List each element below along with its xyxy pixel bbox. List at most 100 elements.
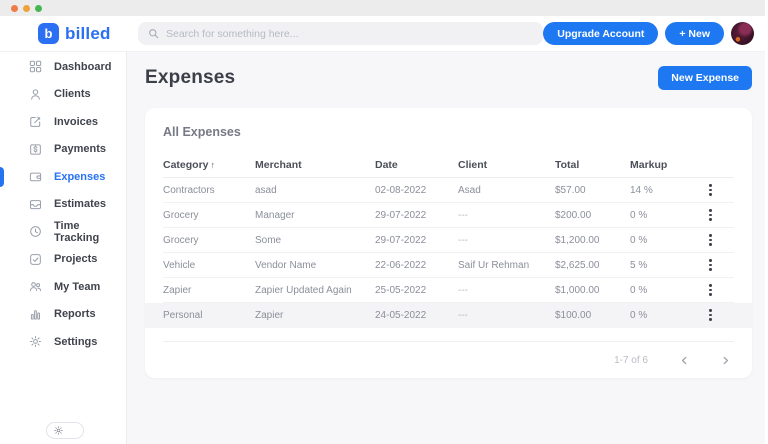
sidebar-item-settings[interactable]: Settings: [0, 328, 126, 356]
cell-markup: 0 %: [630, 234, 648, 246]
card-title: All Expenses: [163, 125, 241, 139]
table-row[interactable]: Grocery Manager 29-07-2022 --- $200.00 0…: [163, 203, 734, 228]
cell-category: Grocery: [163, 209, 199, 221]
expenses-card: All Expenses Category ↑ Merchant Date Cli…: [145, 108, 752, 378]
cell-date: 25-05-2022: [375, 284, 427, 296]
sidebar-item-invoices[interactable]: Invoices: [0, 108, 126, 136]
table-row[interactable]: Contractors asad 02-08-2022 Asad $57.00 …: [163, 178, 734, 203]
row-actions-kebab-icon[interactable]: [703, 280, 717, 300]
new-button[interactable]: + New: [665, 22, 724, 45]
column-label: Markup: [630, 158, 668, 171]
sidebar-item-my-team[interactable]: My Team: [0, 273, 126, 301]
search-input[interactable]: Search for something here...: [138, 22, 544, 45]
main-content: Expenses New Expense All Expenses Catego…: [127, 52, 768, 444]
theme-toggle[interactable]: [46, 422, 84, 439]
cell-merchant: Vendor Name: [255, 259, 317, 271]
column-header-total[interactable]: Total: [555, 159, 630, 171]
table-row-highlighted[interactable]: Personal Zapier 24-05-2022 --- $100.00 0…: [145, 303, 752, 328]
pagination-range: 1-7 of 6: [614, 354, 648, 366]
expenses-icon: [29, 170, 42, 183]
sidebar-item-label: Payments: [54, 143, 106, 156]
sidebar-item-label: Clients: [54, 88, 91, 101]
sidebar-item-label: My Team: [54, 280, 101, 293]
sidebar-item-dashboard[interactable]: Dashboard: [0, 53, 126, 81]
column-header-merchant[interactable]: Merchant: [255, 159, 375, 171]
table-row[interactable]: Vehicle Vendor Name 22-06-2022 Saif Ur R…: [163, 253, 734, 278]
cell-category: Personal: [163, 309, 203, 321]
cell-markup: 0 %: [630, 209, 648, 221]
row-actions-kebab-icon[interactable]: [703, 255, 717, 275]
payments-icon: [29, 143, 42, 156]
sidebar-item-clients[interactable]: Clients: [0, 81, 126, 109]
sidebar-item-label: Reports: [54, 308, 96, 321]
table-row[interactable]: Grocery Some 29-07-2022 --- $1,200.00 0 …: [163, 228, 734, 253]
window-minimize-button[interactable]: [23, 4, 30, 12]
sidebar-item-label: Time Tracking: [54, 219, 100, 244]
sidebar-item-payments[interactable]: Payments: [0, 136, 126, 164]
sidebar-item-label: Dashboard: [54, 60, 112, 73]
cell-total: $1,000.00: [555, 284, 600, 296]
cell-category: Vehicle: [163, 259, 196, 271]
column-label: Date: [375, 158, 398, 171]
window-close-button[interactable]: [11, 4, 18, 12]
app-logo[interactable]: b billed: [0, 23, 127, 44]
chevron-right-icon: [721, 356, 730, 365]
cell-markup: 5 %: [630, 259, 648, 271]
time-tracking-icon: [29, 225, 42, 238]
cell-markup: 14 %: [630, 184, 653, 196]
sidebar-item-time-tracking[interactable]: Time Tracking: [0, 218, 126, 246]
user-avatar[interactable]: [731, 22, 754, 45]
cell-client: ---: [458, 209, 468, 221]
cell-merchant: Some: [255, 234, 282, 246]
sidebar-item-reports[interactable]: Reports: [0, 301, 126, 329]
sidebar-item-expenses[interactable]: Expenses: [0, 163, 126, 191]
cell-total: $200.00: [555, 209, 592, 221]
sidebar-item-label: Estimates: [54, 198, 106, 211]
column-label: Category: [163, 158, 209, 171]
sidebar-item-label: Settings: [54, 335, 98, 348]
cell-client: ---: [458, 284, 468, 296]
pagination-next-button[interactable]: [721, 356, 730, 365]
cell-client: ---: [458, 309, 468, 321]
app-window: b billed Search for something here... Up…: [0, 0, 768, 444]
sidebar-item-projects[interactable]: Projects: [0, 246, 126, 274]
my-team-icon: [29, 280, 42, 293]
cell-client: Saif Ur Rehman: [458, 259, 530, 271]
search-icon: [148, 28, 159, 39]
window-zoom-button[interactable]: [35, 4, 42, 12]
logo-text: billed: [65, 23, 111, 43]
cell-total: $1,200.00: [555, 234, 600, 246]
sidebar-item-estimates[interactable]: Estimates: [0, 191, 126, 219]
upgrade-account-button[interactable]: Upgrade Account: [543, 22, 659, 45]
cell-total: $2,625.00: [555, 259, 600, 271]
table-header: Category ↑ Merchant Date Client Total Mar…: [163, 152, 734, 178]
top-bar: b billed Search for something here... Up…: [0, 16, 768, 52]
settings-icon: [29, 335, 42, 348]
column-header-date[interactable]: Date: [375, 159, 458, 171]
cell-category: Grocery: [163, 234, 199, 246]
sort-asc-icon: ↑: [210, 159, 216, 170]
cell-date: 02-08-2022: [375, 184, 427, 196]
pagination: 1-7 of 6: [163, 341, 734, 378]
pagination-prev-button[interactable]: [680, 356, 689, 365]
cell-merchant: asad: [255, 184, 277, 196]
row-actions-kebab-icon[interactable]: [703, 205, 717, 225]
logo-icon: b: [38, 23, 59, 44]
row-actions-kebab-icon[interactable]: [703, 180, 717, 200]
column-header-category[interactable]: Category ↑: [163, 159, 255, 171]
row-actions-kebab-icon[interactable]: [703, 305, 717, 325]
cell-total: $100.00: [555, 309, 592, 321]
cell-date: 29-07-2022: [375, 209, 427, 221]
cell-merchant: Manager: [255, 209, 295, 221]
row-actions-kebab-icon[interactable]: [703, 230, 717, 250]
column-header-markup[interactable]: Markup: [630, 159, 687, 171]
cell-markup: 0 %: [630, 284, 648, 296]
table-row[interactable]: Zapier Zapier Updated Again 25-05-2022 -…: [163, 278, 734, 303]
column-label: Client: [458, 158, 488, 171]
new-expense-button[interactable]: New Expense: [658, 66, 752, 90]
sidebar-item-label: Expenses: [54, 170, 106, 183]
cell-client: Asad: [458, 184, 481, 196]
estimates-icon: [29, 198, 42, 211]
column-header-client[interactable]: Client: [458, 159, 555, 171]
cell-markup: 0 %: [630, 309, 648, 321]
